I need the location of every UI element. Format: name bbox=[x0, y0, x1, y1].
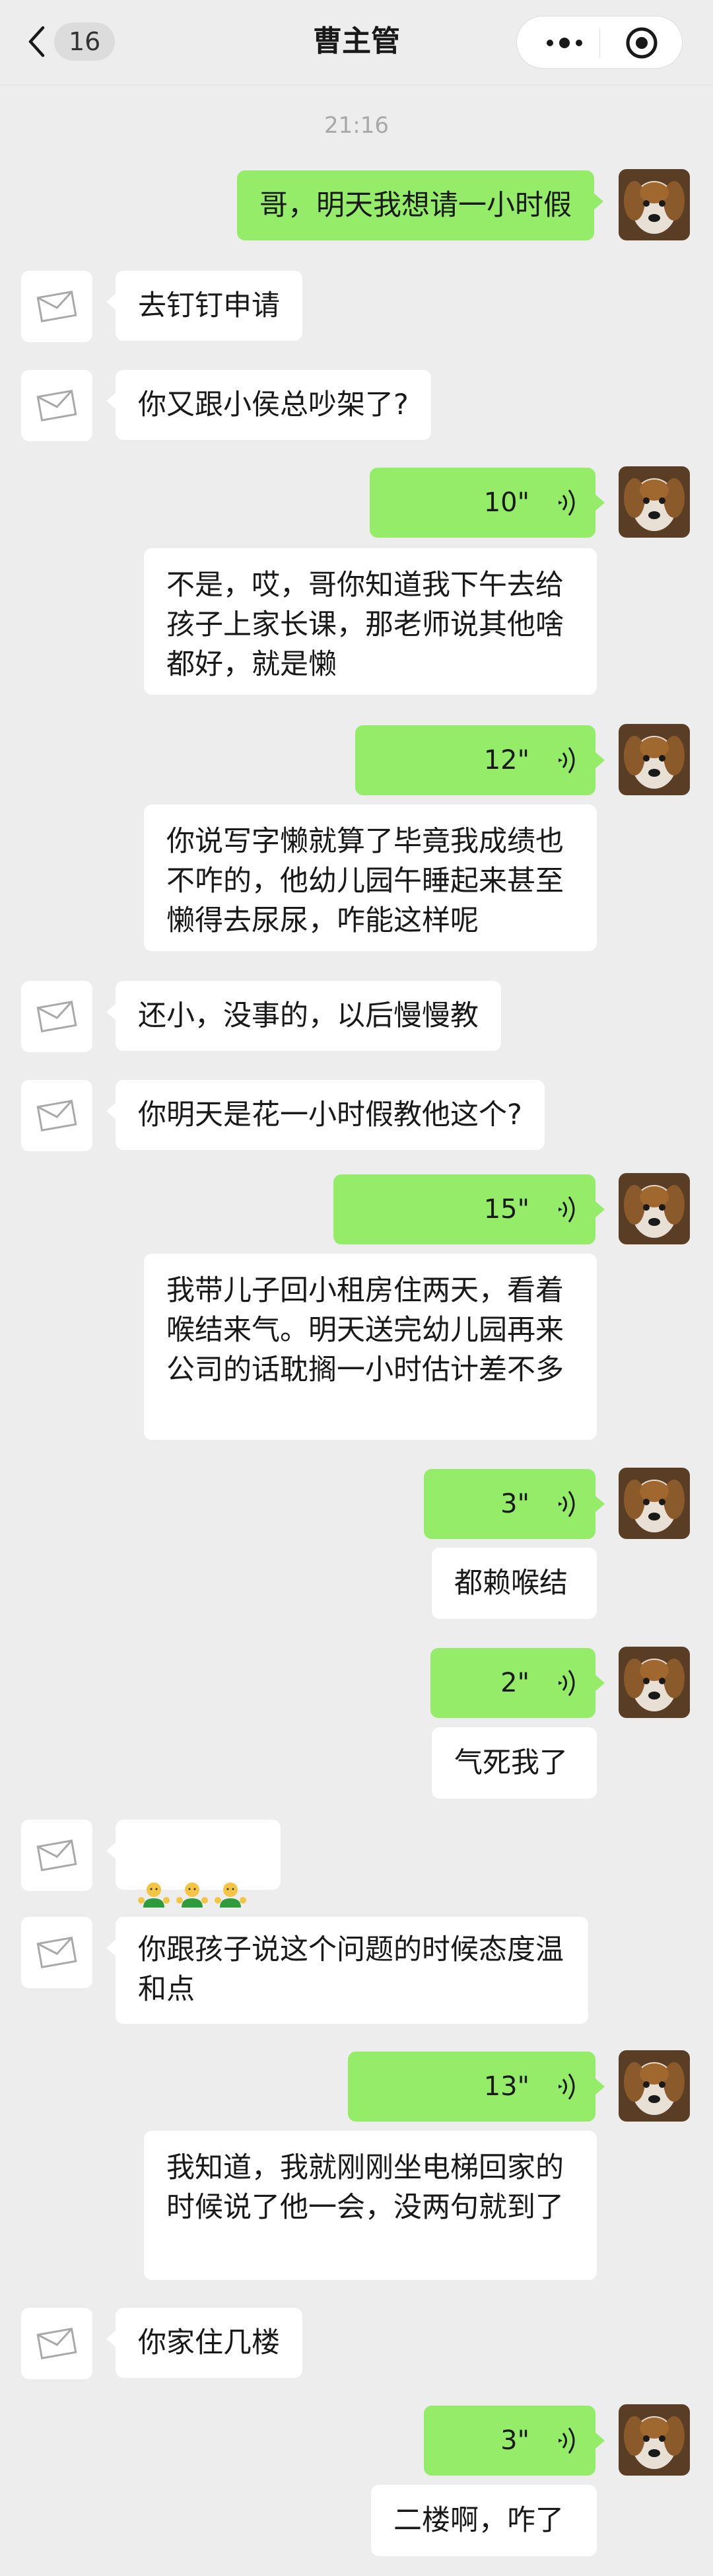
contact-avatar[interactable] bbox=[21, 1820, 92, 1891]
dog-avatar-icon bbox=[619, 1173, 690, 1244]
close-button[interactable] bbox=[600, 17, 683, 69]
my-avatar[interactable] bbox=[619, 1468, 690, 1539]
voice-transcript: 你说写字懒就算了毕竟我成绩也不咋的，他幼儿园午睡起来甚至懒得去尿尿，咋能这样呢 bbox=[144, 805, 597, 951]
more-dots-icon bbox=[546, 38, 582, 48]
message-bubble[interactable]: 你跟孩子说这个问题的时候态度温和点 bbox=[106, 1917, 588, 2024]
message-bubble[interactable]: 你明天是花一小时假教他这个? bbox=[106, 1080, 545, 1150]
voice-wave-icon bbox=[559, 2073, 575, 2100]
voice-duration: 3" bbox=[500, 1489, 529, 1519]
voice-duration: 2" bbox=[500, 1668, 529, 1698]
voice-duration: 13" bbox=[483, 2071, 529, 2102]
my-avatar[interactable] bbox=[619, 2404, 690, 2476]
person-shrugging-icon bbox=[138, 1882, 170, 1908]
voice-wave-icon bbox=[559, 2427, 575, 2454]
my-avatar[interactable] bbox=[619, 724, 690, 795]
my-avatar[interactable] bbox=[619, 169, 690, 240]
voice-duration: 12" bbox=[483, 745, 529, 775]
voice-wave-icon bbox=[559, 489, 575, 516]
contact-avatar[interactable] bbox=[21, 271, 92, 342]
target-close-icon bbox=[626, 27, 658, 59]
voice-duration: 3" bbox=[500, 2425, 529, 2456]
voice-transcript: 不是，哎，哥你知道我下午去给孩子上家长课，那老师说其他啥都好，就是懒 bbox=[144, 548, 597, 695]
dog-avatar-icon bbox=[619, 2404, 690, 2476]
voice-duration: 10" bbox=[483, 487, 529, 518]
contact-avatar[interactable] bbox=[21, 1917, 92, 1988]
envelope-icon bbox=[36, 2328, 77, 2359]
person-shrugging-icon bbox=[215, 1882, 246, 1908]
dog-avatar-icon bbox=[619, 1468, 690, 1539]
envelope-icon bbox=[36, 1937, 77, 1968]
emoji-message[interactable] bbox=[106, 1820, 281, 1908]
dog-avatar-icon bbox=[619, 2050, 690, 2122]
message-bubble[interactable]: 你又跟小侯总吵架了? bbox=[106, 370, 431, 440]
contact-avatar[interactable] bbox=[21, 2308, 92, 2379]
message-bubble[interactable]: 还小，没事的，以后慢慢教 bbox=[106, 981, 501, 1051]
dog-avatar-icon bbox=[619, 1647, 690, 1718]
my-avatar[interactable] bbox=[619, 2050, 690, 2122]
contact-avatar[interactable] bbox=[21, 370, 92, 441]
chat-timestamp: 21:16 bbox=[324, 112, 389, 139]
my-avatar[interactable] bbox=[619, 1647, 690, 1718]
voice-transcript: 气死我了 bbox=[432, 1727, 597, 1799]
voice-wave-icon bbox=[559, 747, 575, 773]
top-bar: 16 曹主管 bbox=[0, 0, 713, 85]
voice-transcript: 都赖喉结 bbox=[432, 1548, 597, 1619]
envelope-icon bbox=[36, 1100, 77, 1131]
voice-message[interactable]: 10" bbox=[370, 468, 605, 538]
voice-wave-icon bbox=[559, 1670, 575, 1696]
voice-message[interactable]: 2" bbox=[430, 1648, 605, 1718]
voice-message[interactable]: 13" bbox=[348, 2052, 605, 2122]
voice-wave-icon bbox=[559, 1491, 575, 1517]
voice-transcript: 我知道，我就刚刚坐电梯回家的时候说了他一会，没两句就到了 bbox=[144, 2131, 597, 2280]
more-button[interactable] bbox=[529, 17, 599, 69]
voice-transcript: 二楼啊，咋了 bbox=[371, 2485, 597, 2556]
voice-duration: 15" bbox=[483, 1194, 529, 1225]
dog-avatar-icon bbox=[619, 466, 690, 538]
contact-avatar[interactable] bbox=[21, 1080, 92, 1151]
dog-avatar-icon bbox=[619, 724, 690, 795]
message-bubble[interactable]: 哥，明天我想请一小时假 bbox=[237, 170, 603, 240]
person-shrugging-icon bbox=[176, 1882, 208, 1908]
my-avatar[interactable] bbox=[619, 1173, 690, 1244]
message-bubble[interactable]: 你家住几楼 bbox=[106, 2308, 302, 2378]
voice-wave-icon bbox=[559, 1196, 575, 1223]
voice-message[interactable]: 15" bbox=[333, 1174, 605, 1244]
my-avatar[interactable] bbox=[619, 466, 690, 538]
message-bubble[interactable]: 去钉钉申请 bbox=[106, 271, 302, 341]
contact-avatar[interactable] bbox=[21, 981, 92, 1052]
envelope-icon bbox=[36, 291, 77, 322]
envelope-icon bbox=[36, 390, 77, 421]
voice-transcript: 我带儿子回小租房住两天，看着喉结来气。明天送完幼儿园再来公司的话耽搁一小时估计差… bbox=[144, 1254, 597, 1440]
envelope-icon bbox=[36, 1840, 77, 1871]
dog-avatar-icon bbox=[619, 169, 690, 240]
mini-program-capsule bbox=[516, 16, 683, 69]
voice-message[interactable]: 3" bbox=[424, 1469, 605, 1539]
envelope-icon bbox=[36, 1001, 77, 1032]
voice-message[interactable]: 12" bbox=[355, 725, 605, 795]
voice-message[interactable]: 3" bbox=[424, 2406, 605, 2476]
